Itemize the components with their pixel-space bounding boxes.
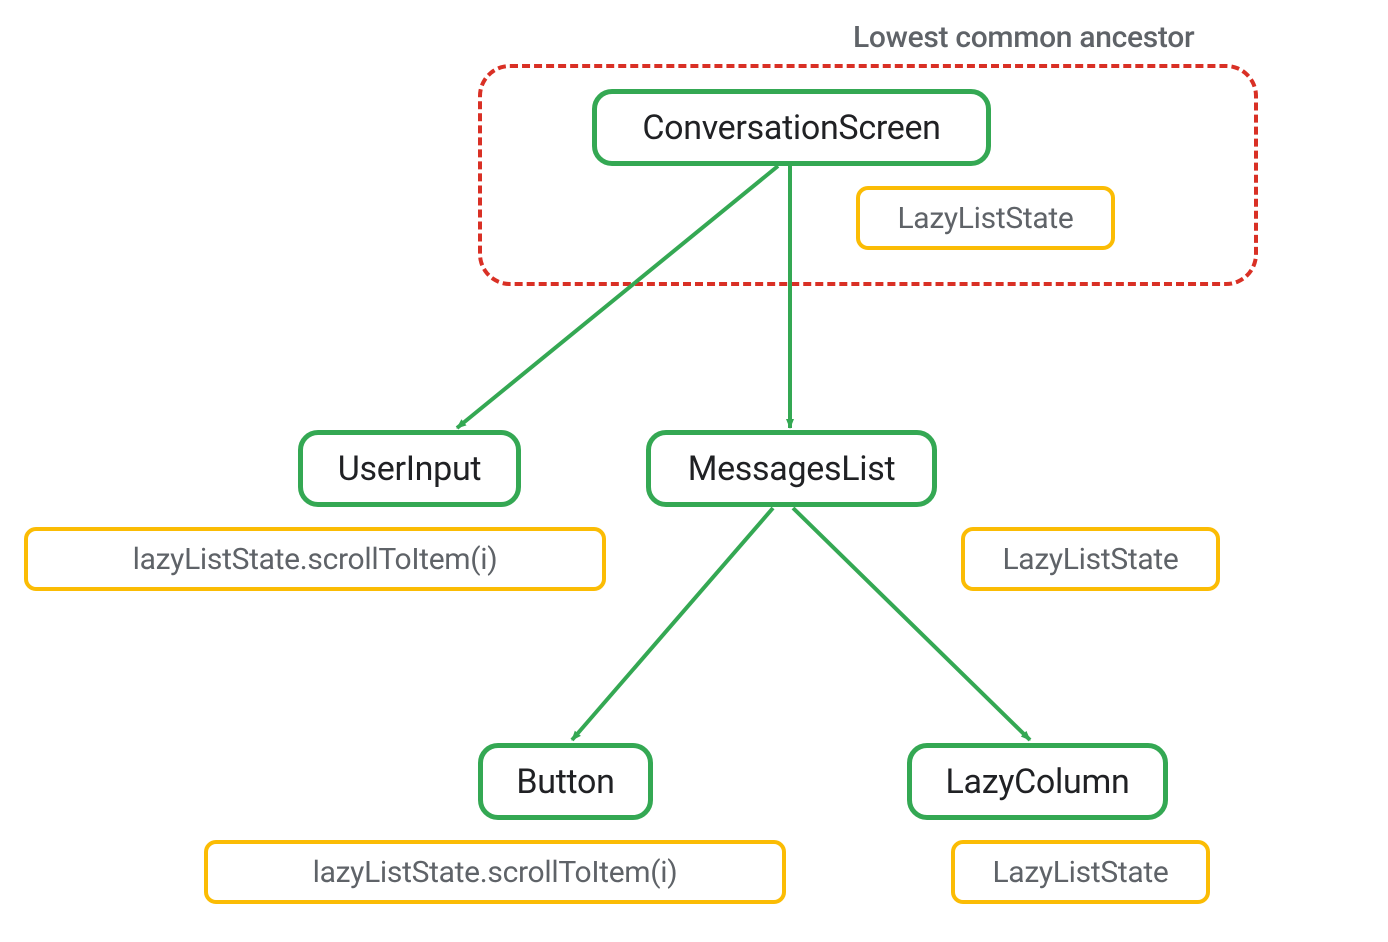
node-label: Button [516,762,614,802]
annotation-label: LazyListState [897,201,1073,236]
node-button: Button [478,743,653,820]
annotation-button: lazyListState.scrollToItem(i) [204,840,786,904]
annotation-label: LazyListState [1002,542,1178,577]
node-user-input: UserInput [298,430,521,507]
ancestor-label: Lowest common ancestor [853,20,1194,55]
node-label: UserInput [338,449,481,489]
node-label: LazyColumn [946,762,1130,802]
annotation-lazy-column: LazyListState [951,840,1210,904]
node-label: ConversationScreen [642,108,940,148]
annotation-label: lazyListState.scrollToItem(i) [133,542,498,577]
node-lazy-column: LazyColumn [907,743,1168,820]
annotation-label: lazyListState.scrollToItem(i) [313,855,678,890]
annotation-messages-list: LazyListState [961,527,1220,591]
annotation-user-input: lazyListState.scrollToItem(i) [24,527,606,591]
annotation-label: LazyListState [992,855,1168,890]
node-messages-list: MessagesList [646,430,937,507]
annotation-lazy-list-state-top: LazyListState [856,186,1115,250]
node-label: MessagesList [688,449,896,489]
node-conversation-screen: ConversationScreen [592,89,991,166]
